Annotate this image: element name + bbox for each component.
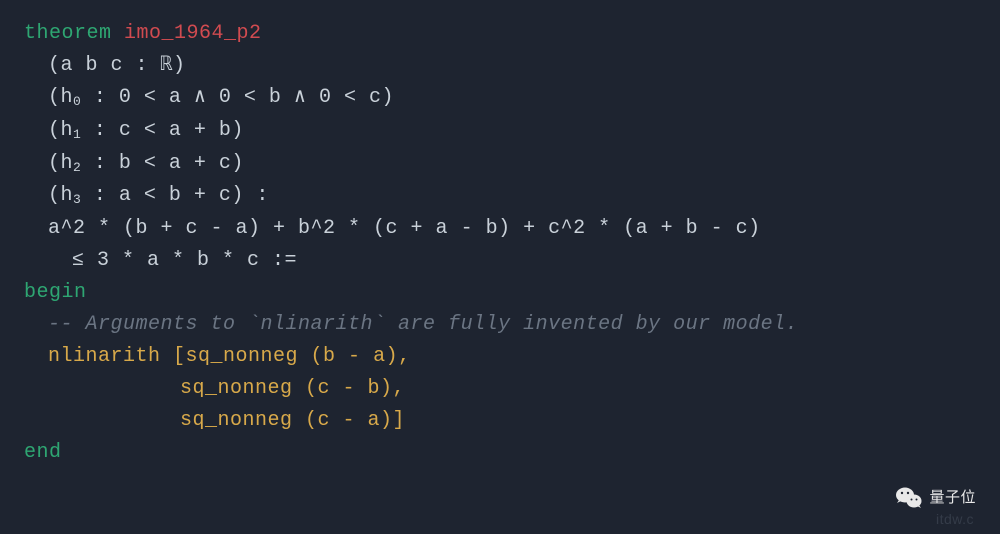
- code-line-5: (h2 : b < a + c): [24, 148, 976, 181]
- theorem-name: imo_1964_p2: [112, 22, 262, 45]
- comment-text: -- Arguments to `nlinarith` are fully in…: [48, 313, 798, 336]
- keyword-begin: begin: [24, 281, 87, 304]
- wechat-icon: [895, 486, 923, 510]
- tactic-args: [sq_nonneg (b - a),: [161, 345, 411, 368]
- code-line-6: (h3 : a < b + c) :: [24, 180, 976, 213]
- code-line-3: (h0 : 0 < a ∧ 0 < b ∧ 0 < c): [24, 82, 976, 115]
- code-line-13: sq_nonneg (c - a)]: [24, 405, 976, 437]
- keyword-end: end: [24, 441, 62, 464]
- tactic-args: sq_nonneg (c - a)]: [180, 409, 405, 432]
- code-line-14: end: [24, 437, 976, 469]
- code-line-12: sq_nonneg (c - b),: [24, 373, 976, 405]
- tactic-args: sq_nonneg (c - b),: [180, 377, 405, 400]
- watermark: 量子位: [895, 486, 976, 510]
- code-block: theorem imo_1964_p2 (a b c : ℝ) (h0 : 0 …: [24, 18, 976, 469]
- faded-watermark: itdw.c: [936, 508, 974, 530]
- keyword-theorem: theorem: [24, 22, 112, 45]
- code-line-9: begin: [24, 277, 976, 309]
- tactic-name: nlinarith: [48, 345, 161, 368]
- code-line-1: theorem imo_1964_p2: [24, 18, 976, 50]
- code-line-8: ≤ 3 * a * b * c :=: [24, 245, 976, 277]
- code-line-2: (a b c : ℝ): [24, 50, 976, 82]
- code-line-10: -- Arguments to `nlinarith` are fully in…: [24, 309, 976, 341]
- code-line-7: a^2 * (b + c - a) + b^2 * (c + a - b) + …: [24, 213, 976, 245]
- code-line-4: (h1 : c < a + b): [24, 115, 976, 148]
- code-line-11: nlinarith [sq_nonneg (b - a),: [24, 341, 976, 373]
- watermark-text: 量子位: [929, 486, 976, 510]
